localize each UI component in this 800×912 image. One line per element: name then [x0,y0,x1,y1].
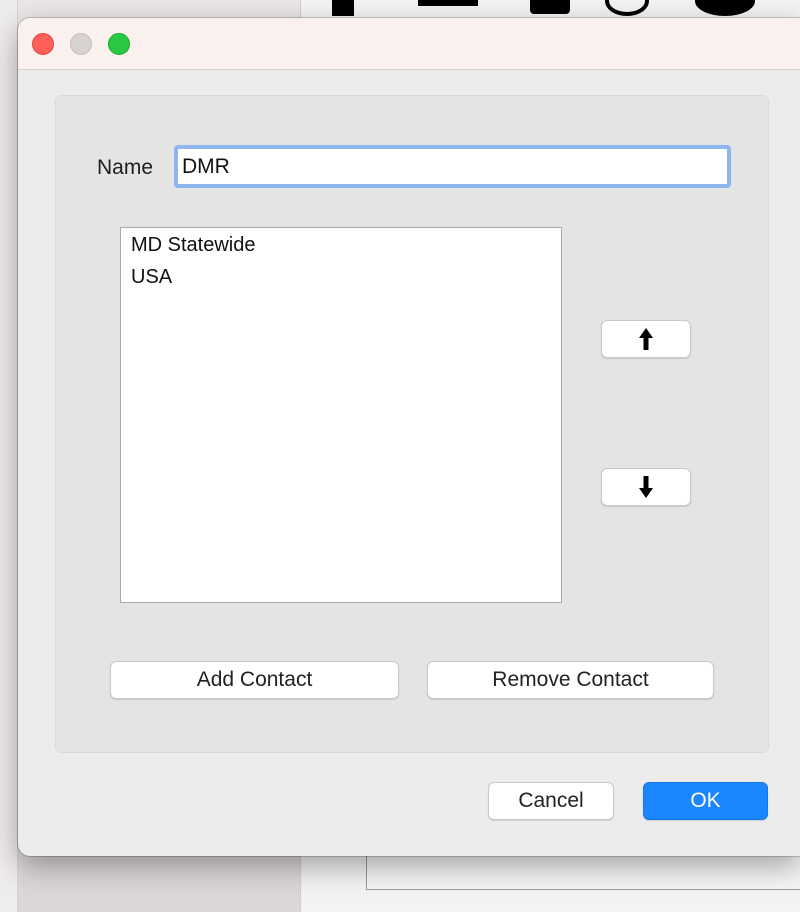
move-up-button[interactable] [601,320,691,358]
background-window-edge [0,0,18,912]
name-label: Name [97,156,154,179]
background-toolbar-icon [530,0,570,14]
remove-contact-button[interactable]: Remove Contact [427,661,714,699]
arrow-up-icon [639,328,653,350]
list-item[interactable]: MD Statewide [131,233,256,257]
arrow-down-icon [639,476,653,498]
add-contact-button[interactable]: Add Contact [110,661,399,699]
background-toolbar-icon [695,0,755,16]
minimize-window-button[interactable] [70,33,92,55]
background-toolbar [300,0,800,18]
background-toolbar-icon [605,0,649,16]
contact-group-dialog: Name MD Statewide USA Add Contact Remove… [18,18,800,856]
cancel-button[interactable]: Cancel [488,782,614,820]
list-item[interactable]: USA [131,265,172,289]
contacts-list[interactable]: MD Statewide USA [120,227,562,603]
close-window-button[interactable] [32,33,54,55]
background-toolbar-icon [418,0,478,6]
zoom-window-button[interactable] [108,33,130,55]
ok-button[interactable]: OK [643,782,768,820]
move-down-button[interactable] [601,468,691,506]
name-input[interactable] [174,145,731,188]
title-bar[interactable] [18,18,800,70]
background-toolbar-icon [332,0,354,16]
